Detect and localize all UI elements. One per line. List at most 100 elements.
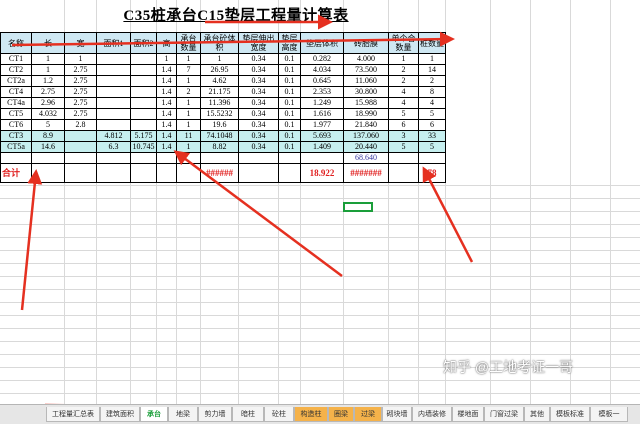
cell[interactable] xyxy=(96,119,131,131)
cell[interactable] xyxy=(64,130,97,142)
cell[interactable]: 0.34 xyxy=(238,97,279,109)
cell[interactable]: 74.1048 xyxy=(200,130,239,142)
cell[interactable]: 26.95 xyxy=(200,64,239,76)
cell[interactable]: 1 xyxy=(418,53,446,65)
cell[interactable] xyxy=(238,152,279,164)
cell[interactable]: 14 xyxy=(418,64,446,76)
cell[interactable] xyxy=(64,163,97,183)
tab-floor[interactable]: 楼地面 xyxy=(452,407,484,422)
cell[interactable]: 15.5232 xyxy=(200,108,239,120)
header-cell[interactable]: 宽 xyxy=(64,32,97,54)
total-piles-cell[interactable]: 78 xyxy=(418,163,446,183)
cell[interactable] xyxy=(96,152,131,164)
tab-structural-column[interactable]: 构造柱 xyxy=(294,407,328,422)
cell[interactable] xyxy=(388,163,419,183)
header-cell[interactable]: 面积2 xyxy=(130,32,157,54)
cell[interactable]: 2 xyxy=(418,75,446,87)
cell[interactable]: 1.4 xyxy=(156,130,177,142)
cell[interactable]: 2.75 xyxy=(64,75,97,87)
tab-door-window-lintel[interactable]: 门窗过梁 xyxy=(484,407,524,422)
cell[interactable]: 0.1 xyxy=(278,86,301,98)
cell[interactable]: 1 xyxy=(31,64,65,76)
cell[interactable] xyxy=(96,163,131,183)
cell[interactable]: 1 xyxy=(176,141,201,153)
cell[interactable] xyxy=(156,163,177,183)
tab-shear-wall[interactable]: 剪力墙 xyxy=(198,407,232,422)
cell[interactable]: 0.34 xyxy=(238,75,279,87)
cell[interactable] xyxy=(96,53,131,65)
tab-summary[interactable]: 工程量汇总表 xyxy=(46,407,100,422)
tab-formwork-one[interactable]: 模板一 xyxy=(590,407,628,422)
cell[interactable]: 5 xyxy=(418,141,446,153)
cell[interactable]: 5 xyxy=(31,119,65,131)
cell[interactable]: 4 xyxy=(418,97,446,109)
total-concrete-cell[interactable]: ###### xyxy=(200,163,239,183)
cell[interactable]: 4.034 xyxy=(300,64,344,76)
cell[interactable]: 1 xyxy=(176,53,201,65)
cell[interactable]: 30.800 xyxy=(343,86,389,98)
cell[interactable] xyxy=(130,75,157,87)
cell[interactable]: 19.6 xyxy=(200,119,239,131)
cell[interactable]: 0.34 xyxy=(238,53,279,65)
cell[interactable]: 1.2 xyxy=(31,75,65,87)
cell[interactable]: 21.175 xyxy=(200,86,239,98)
tab-concrete-column[interactable]: 砼柱 xyxy=(264,407,294,422)
cell[interactable]: 0.34 xyxy=(238,119,279,131)
total-cushion-cell[interactable]: 18.922 xyxy=(300,163,344,183)
cell[interactable]: 1 xyxy=(64,53,97,65)
cell[interactable] xyxy=(200,152,239,164)
cell[interactable] xyxy=(31,163,65,183)
cell[interactable] xyxy=(278,163,301,183)
cell[interactable]: 2.75 xyxy=(64,64,97,76)
cell[interactable]: 33 xyxy=(418,130,446,142)
total-brick-cell[interactable]: ####### xyxy=(343,163,389,183)
cell[interactable] xyxy=(31,152,65,164)
header-cell[interactable]: 高 xyxy=(156,32,177,54)
cell[interactable]: 1 xyxy=(200,53,239,65)
tab-block-wall[interactable]: 砌块墙 xyxy=(382,407,412,422)
cell[interactable]: CT5a xyxy=(0,141,32,153)
cell[interactable]: 7 xyxy=(176,64,201,76)
cell[interactable]: 5.693 xyxy=(300,130,344,142)
cell[interactable]: 1.4 xyxy=(156,141,177,153)
cell[interactable]: 10.745 xyxy=(130,141,157,153)
tab-hidden-column[interactable]: 暗柱 xyxy=(232,407,264,422)
cell[interactable]: 1.4 xyxy=(156,97,177,109)
cell[interactable]: 0.1 xyxy=(278,53,301,65)
cell[interactable] xyxy=(96,86,131,98)
cell[interactable]: 8.9 xyxy=(31,130,65,142)
cell[interactable] xyxy=(130,86,157,98)
cell[interactable]: 8.82 xyxy=(200,141,239,153)
cell[interactable]: 2.75 xyxy=(31,86,65,98)
cell[interactable] xyxy=(176,163,201,183)
cell[interactable]: CT3 xyxy=(0,130,32,142)
cell[interactable] xyxy=(238,163,279,183)
cell[interactable] xyxy=(96,97,131,109)
cell[interactable] xyxy=(130,108,157,120)
cell[interactable]: 1.4 xyxy=(156,75,177,87)
total-label-cell[interactable]: 合计 xyxy=(0,163,32,183)
cell[interactable]: 2.75 xyxy=(64,97,97,109)
cell[interactable]: 0.34 xyxy=(238,108,279,120)
cell[interactable] xyxy=(130,64,157,76)
cell[interactable]: 0.34 xyxy=(238,86,279,98)
cell[interactable]: 1.409 xyxy=(300,141,344,153)
cell[interactable]: 1.4 xyxy=(156,86,177,98)
cell[interactable] xyxy=(130,97,157,109)
header-cell[interactable]: 单个合数量 xyxy=(388,32,419,54)
cell[interactable]: 4.000 xyxy=(343,53,389,65)
cell[interactable]: 2.353 xyxy=(300,86,344,98)
cell[interactable]: 8 xyxy=(418,86,446,98)
cell[interactable]: 6 xyxy=(418,119,446,131)
cell[interactable]: 5 xyxy=(388,108,419,120)
cell[interactable] xyxy=(64,141,97,153)
cell[interactable] xyxy=(96,64,131,76)
cell[interactable]: 2 xyxy=(388,75,419,87)
header-cell[interactable]: 桩数量 xyxy=(418,32,446,54)
cell[interactable] xyxy=(418,152,446,164)
cell[interactable]: CT1 xyxy=(0,53,32,65)
selected-cell[interactable] xyxy=(343,202,373,212)
tab-building-area[interactable]: 建筑面积 xyxy=(100,407,140,422)
cell[interactable] xyxy=(278,152,301,164)
cell[interactable]: 20.440 xyxy=(343,141,389,153)
